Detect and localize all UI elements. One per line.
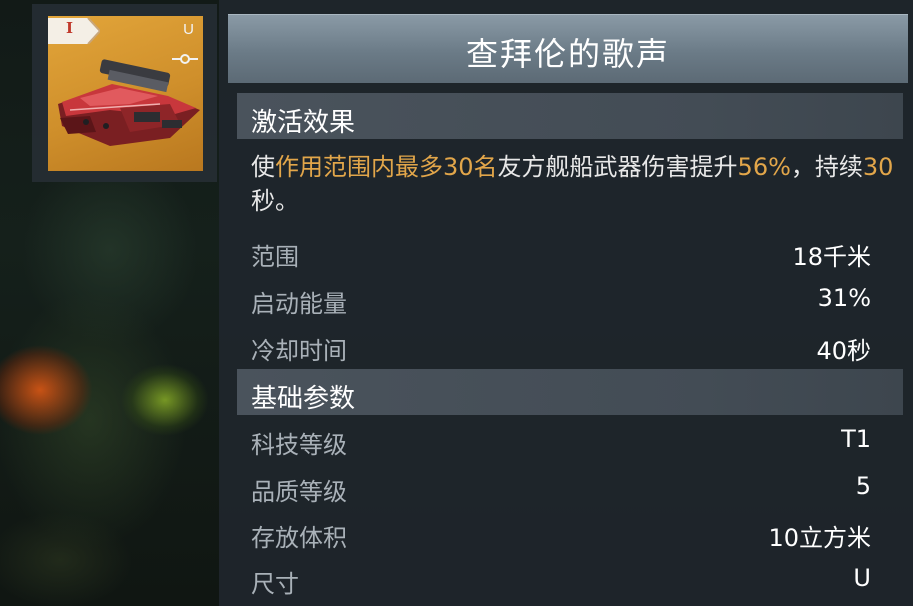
ship-module-icon bbox=[58, 59, 200, 146]
stat-row-cooldown: 冷却时间 40秒 bbox=[251, 331, 871, 371]
item-title: 查拜伦的歌声 bbox=[465, 35, 670, 73]
activation-description: 使作用范围内最多30名友方舰船武器伤害提升56%，持续30 秒。 bbox=[251, 150, 901, 218]
desc-highlight: 56% bbox=[737, 153, 791, 181]
section-header-activation: 激活效果 bbox=[237, 93, 903, 139]
desc-text: 使 bbox=[251, 153, 275, 181]
stat-value: T1 bbox=[841, 425, 871, 453]
section-title: 激活效果 bbox=[251, 108, 356, 138]
stat-label: 存放体积 bbox=[251, 524, 347, 552]
stat-row-size: 尺寸 U bbox=[251, 564, 871, 604]
item-thumbnail[interactable]: I U bbox=[48, 16, 203, 171]
stat-row-tech-level: 科技等级 T1 bbox=[251, 425, 871, 465]
stat-row-storage-volume: 存放体积 10立方米 bbox=[251, 518, 871, 558]
desc-highlight: 30 bbox=[862, 153, 894, 181]
title-bar: 查拜伦的歌声 bbox=[228, 14, 908, 83]
stat-row-quality-level: 品质等级 5 bbox=[251, 472, 871, 512]
stat-label: 启动能量 bbox=[251, 290, 347, 318]
desc-text: ，持续 bbox=[790, 153, 863, 181]
desc-text: 友方舰船武器伤害提升 bbox=[497, 153, 738, 181]
stat-value: 18千米 bbox=[792, 243, 871, 271]
stat-value: U bbox=[853, 564, 871, 592]
stat-label: 科技等级 bbox=[251, 431, 347, 459]
stat-label: 冷却时间 bbox=[251, 337, 347, 365]
desc-text: 秒。 bbox=[251, 187, 299, 215]
tier-badge-icon bbox=[48, 18, 100, 44]
section-header-basic: 基础参数 bbox=[237, 369, 903, 415]
size-letter: U bbox=[183, 21, 194, 38]
stat-value: 10立方米 bbox=[768, 524, 871, 552]
tier-label: I bbox=[66, 19, 74, 37]
stat-value: 31% bbox=[817, 284, 871, 312]
stat-row-activation-energy: 启动能量 31% bbox=[251, 284, 871, 324]
stat-value: 5 bbox=[855, 472, 871, 500]
stat-value: 40秒 bbox=[816, 337, 871, 365]
stat-row-range: 范围 18千米 bbox=[251, 237, 871, 277]
stat-label: 品质等级 bbox=[251, 478, 347, 506]
section-title: 基础参数 bbox=[251, 384, 356, 414]
stat-label: 范围 bbox=[251, 243, 299, 271]
stat-label: 尺寸 bbox=[251, 570, 299, 598]
desc-highlight: 作用范围内最多30名 bbox=[275, 153, 498, 181]
